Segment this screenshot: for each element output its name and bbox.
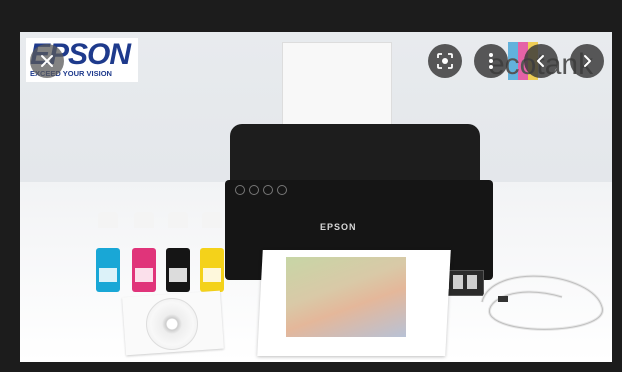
chevron-left-icon <box>537 55 544 67</box>
printer-button-icon <box>263 185 273 195</box>
close-icon <box>41 55 53 67</box>
installation-cd <box>146 298 198 350</box>
printer-control-panel <box>235 182 321 195</box>
printer-button-icon <box>249 185 259 195</box>
usb-cable <box>480 274 604 331</box>
printer-lid <box>230 124 480 184</box>
next-image-button[interactable] <box>570 44 604 78</box>
input-paper <box>282 42 392 134</box>
printed-baby-photo <box>286 257 406 337</box>
printer-brand-label: EPSON <box>320 222 357 232</box>
chevron-right-icon <box>584 55 591 67</box>
ink-bottle-yellow <box>200 212 224 292</box>
google-lens-icon <box>437 53 453 69</box>
visual-search-button[interactable] <box>428 44 462 78</box>
ink-bottle-cyan <box>96 212 120 292</box>
power-button-icon <box>235 185 245 195</box>
printer-button-icon <box>277 185 287 195</box>
more-vert-icon <box>489 53 493 69</box>
previous-image-button[interactable] <box>524 44 558 78</box>
ink-bottle-black <box>166 212 190 292</box>
close-button[interactable] <box>30 44 64 78</box>
ink-level <box>453 275 463 289</box>
image-viewer: EPSON EPSON EXCEED YOUR VISION <box>0 0 622 372</box>
more-options-button[interactable] <box>474 44 508 78</box>
ink-bottle-magenta <box>132 212 156 292</box>
